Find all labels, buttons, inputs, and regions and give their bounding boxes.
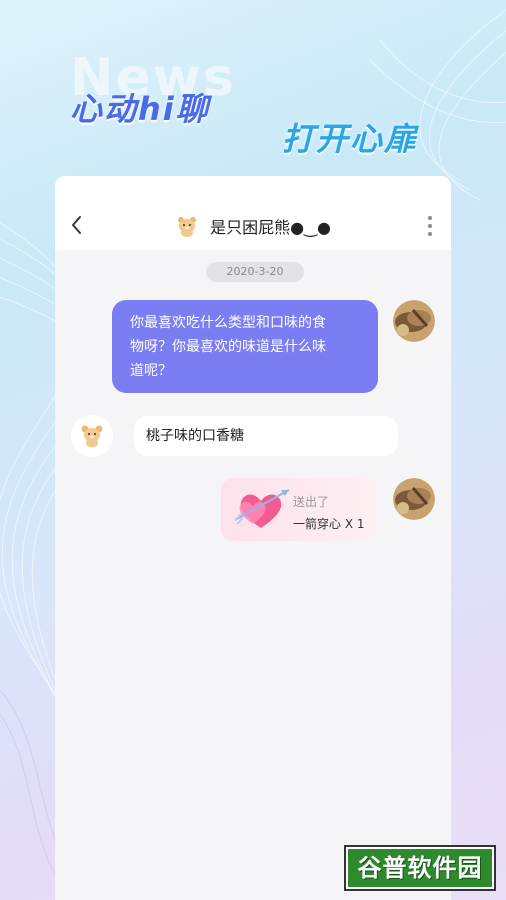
- contact-avatar[interactable]: [71, 415, 113, 457]
- watermark-logo: 谷普软件园: [344, 845, 496, 891]
- chat-header: 是只困屁熊●‿●: [55, 176, 451, 250]
- banner-slogan-left: 心动hi聊: [70, 90, 210, 128]
- my-avatar[interactable]: [393, 300, 435, 342]
- chat-screen: 是只困屁熊●‿● 2020-3-20 你最喜欢吃什么类型和口味的食 物呀？你最喜…: [55, 176, 451, 900]
- message-bubble-sent[interactable]: 你最喜欢吃什么类型和口味的食 物呀？你最喜欢的味道是什么味 道呢？: [112, 300, 378, 393]
- bear-avatar-icon: [81, 425, 103, 448]
- heart-arrow-icon: [234, 489, 290, 528]
- message-line: 物呀？你最喜欢的味道是什么味: [130, 339, 326, 355]
- gift-name-text: 一箭穿心 X 1: [293, 517, 365, 531]
- banner-slogan-right: 打开心扉: [282, 120, 419, 158]
- watermark-text: 谷普软件园: [348, 849, 492, 887]
- message-line: 你最喜欢吃什么类型和口味的食: [130, 315, 326, 331]
- bear-avatar-icon: [178, 217, 197, 237]
- my-avatar[interactable]: [393, 478, 435, 520]
- gift-status-text: 送出了: [293, 495, 330, 509]
- gift-message-card[interactable]: 送出了 一箭穿心 X 1: [221, 478, 376, 541]
- date-divider: 2020-3-20: [206, 262, 304, 282]
- message-line: 道呢？: [130, 363, 172, 379]
- message-bubble-received[interactable]: 桃子味的口香糖: [134, 416, 398, 456]
- more-vertical-icon[interactable]: [427, 214, 433, 238]
- chat-title: 是只困屁熊●‿●: [55, 214, 451, 238]
- contact-name: 是只困屁熊●‿●: [210, 218, 331, 237]
